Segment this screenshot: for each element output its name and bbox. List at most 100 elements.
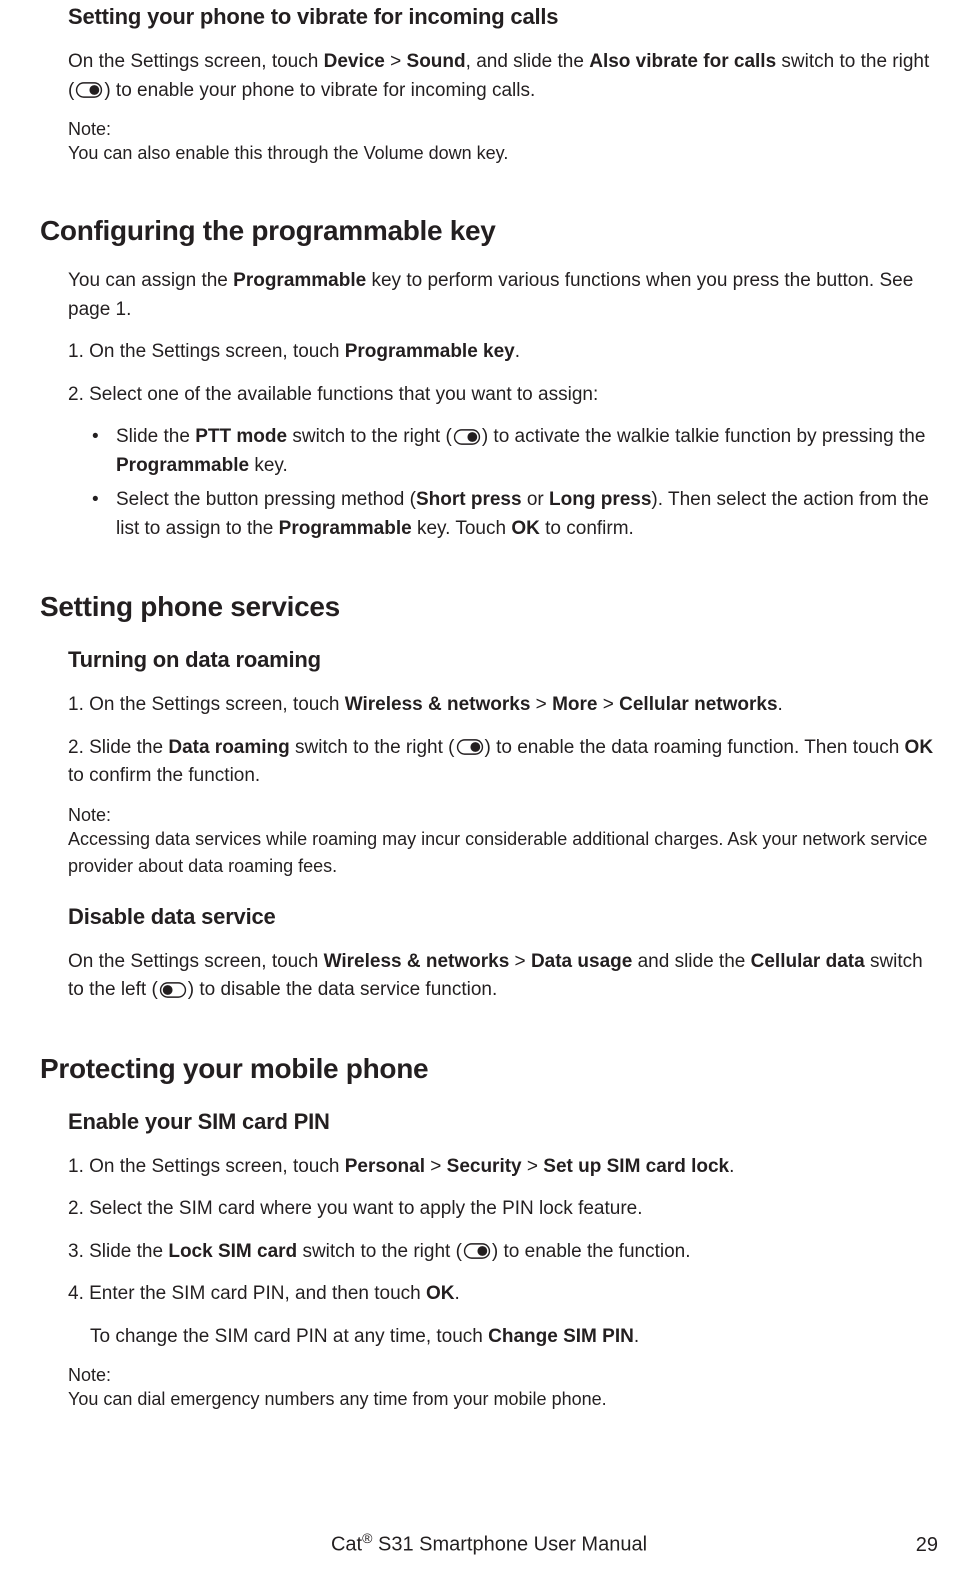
- bold: Personal: [345, 1156, 425, 1177]
- text: or: [522, 489, 549, 510]
- bold: Volume down: [364, 143, 472, 163]
- text: .: [729, 1156, 734, 1177]
- text: 3. Slide the: [68, 1241, 168, 1262]
- text: 1. On the Settings screen, touch: [68, 694, 345, 715]
- text: Slide the: [116, 426, 195, 447]
- note-label: Note:: [68, 119, 938, 140]
- page-number: 29: [916, 1534, 938, 1557]
- text: >: [509, 951, 531, 972]
- footer-title: Cat® S31 Smartphone User Manual: [0, 1530, 978, 1557]
- text: 4. Enter the SIM card PIN, and then touc…: [68, 1283, 426, 1304]
- bold: Programmable: [279, 518, 412, 539]
- bold: OK: [511, 518, 540, 539]
- step-4: 4. Enter the SIM card PIN, and then touc…: [68, 1280, 938, 1309]
- text: To change the SIM card PIN at any time, …: [90, 1326, 488, 1347]
- bold: Data usage: [531, 951, 632, 972]
- text: 2. Slide the: [68, 737, 168, 758]
- note-label: Note:: [68, 1365, 938, 1386]
- text: >: [597, 694, 619, 715]
- bold: Set up SIM card lock: [543, 1156, 729, 1177]
- text: and slide the: [632, 951, 750, 972]
- heading-protecting-phone: Protecting your mobile phone: [40, 1053, 938, 1085]
- list-item: Select the button pressing method (Short…: [92, 486, 938, 543]
- text: .: [515, 341, 520, 362]
- text: , and slide the: [466, 51, 590, 72]
- note-body: You can dial emergency numbers any time …: [68, 1386, 938, 1413]
- toggle-on-icon: [75, 82, 103, 98]
- step-1: 1. On the Settings screen, touch Wireles…: [68, 691, 938, 720]
- step-1: 1. On the Settings screen, touch Program…: [68, 338, 938, 367]
- step-2: 2. Select one of the available functions…: [68, 381, 938, 410]
- registered-icon: ®: [362, 1530, 372, 1546]
- step-3: 3. Slide the Lock SIM card switch to the…: [68, 1238, 938, 1267]
- text: .: [455, 1283, 460, 1304]
- heading-vibrate: Setting your phone to vibrate for incomi…: [68, 4, 938, 30]
- bold: Programmable: [116, 455, 249, 476]
- text: >: [522, 1156, 544, 1177]
- toggle-on-icon: [456, 739, 484, 755]
- bold: Data roaming: [168, 737, 289, 758]
- step-1: 1. On the Settings screen, touch Persona…: [68, 1153, 938, 1182]
- text: switch to the right (: [287, 426, 452, 447]
- text: You can assign the: [68, 270, 233, 291]
- text: Cat: [331, 1534, 362, 1556]
- text: ) to enable your phone to vibrate for in…: [104, 80, 535, 101]
- bold: More: [552, 694, 597, 715]
- toggle-on-icon: [463, 1243, 491, 1259]
- text: Select the button pressing method (: [116, 489, 416, 510]
- note-body: Accessing data services while roaming ma…: [68, 826, 938, 880]
- text: ) to enable the data roaming function. T…: [485, 737, 905, 758]
- bold: Cellular networks: [619, 694, 777, 715]
- bold: Programmable: [233, 270, 366, 291]
- text: ) to enable the function.: [492, 1241, 691, 1262]
- subheading-sim-pin: Enable your SIM card PIN: [68, 1109, 938, 1135]
- text: to confirm the function.: [68, 765, 260, 786]
- step-2: 2. Select the SIM card where you want to…: [68, 1195, 938, 1224]
- note-label: Note:: [68, 805, 938, 826]
- heading-phone-services: Setting phone services: [40, 591, 938, 623]
- text: 1. On the Settings screen, touch: [68, 1156, 345, 1177]
- text: On the Settings screen, touch: [68, 51, 324, 72]
- note-body: You can also enable this through the Vol…: [68, 140, 938, 167]
- text: key.: [249, 455, 288, 476]
- step-2: 2. Slide the Data roaming switch to the …: [68, 734, 938, 791]
- bold: Also vibrate for calls: [589, 51, 776, 72]
- bold: Device: [324, 51, 385, 72]
- text: key. Touch: [412, 518, 512, 539]
- text: ) to activate the walkie talkie function…: [482, 426, 926, 447]
- toggle-on-icon: [453, 429, 481, 445]
- bold: PTT mode: [195, 426, 287, 447]
- text: >: [530, 694, 552, 715]
- text: .: [634, 1326, 639, 1347]
- text: key.: [472, 143, 509, 163]
- text: switch to the right (: [290, 737, 455, 758]
- subheading-data-roaming: Turning on data roaming: [68, 647, 938, 673]
- bold: Change SIM PIN: [488, 1326, 634, 1347]
- bold: Lock SIM card: [168, 1241, 297, 1262]
- heading-programmable-key: Configuring the programmable key: [40, 215, 938, 247]
- text: S31 Smartphone User Manual: [372, 1534, 647, 1556]
- text: to confirm.: [540, 518, 634, 539]
- bullet-list: Slide the PTT mode switch to the right (…: [92, 423, 938, 543]
- text: switch to the right (: [297, 1241, 462, 1262]
- bold: Cellular data: [751, 951, 865, 972]
- bold: Programmable key: [345, 341, 515, 362]
- text: >: [385, 51, 407, 72]
- text: On the Settings screen, touch: [68, 951, 324, 972]
- bold: Sound: [407, 51, 466, 72]
- subheading-disable-data: Disable data service: [68, 904, 938, 930]
- bold: OK: [426, 1283, 455, 1304]
- bold: Wireless & networks: [345, 694, 531, 715]
- para-disable-data: On the Settings screen, touch Wireless &…: [68, 948, 938, 1005]
- bold: Long press: [549, 489, 651, 510]
- bold: Wireless & networks: [324, 951, 510, 972]
- text: >: [425, 1156, 447, 1177]
- para-prog-intro: You can assign the Programmable key to p…: [68, 267, 938, 324]
- step-4-sub: To change the SIM card PIN at any time, …: [90, 1323, 938, 1352]
- list-item: Slide the PTT mode switch to the right (…: [92, 423, 938, 480]
- text: You can also enable this through the: [68, 143, 364, 163]
- bold: Security: [447, 1156, 522, 1177]
- text: 1. On the Settings screen, touch: [68, 341, 345, 362]
- text: .: [778, 694, 783, 715]
- toggle-off-icon: [159, 982, 187, 998]
